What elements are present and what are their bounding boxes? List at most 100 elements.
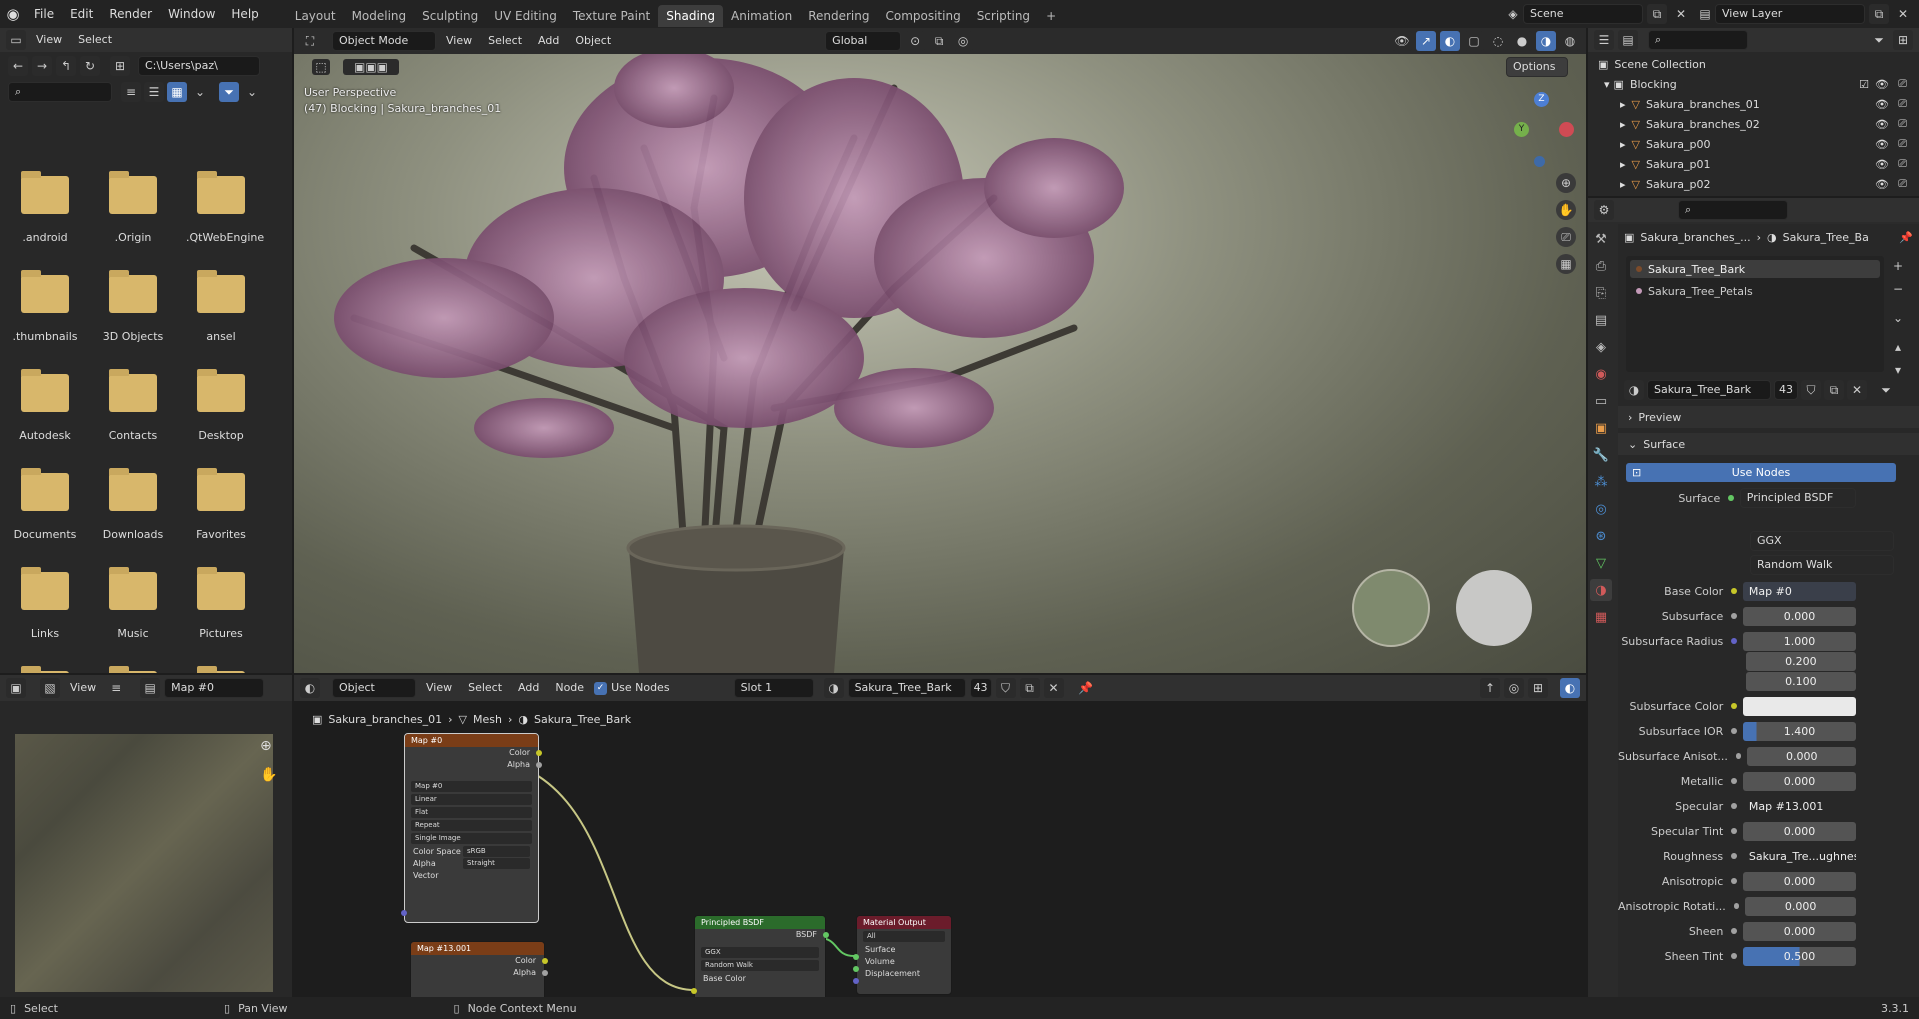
editor-type-icon[interactable]: ▣ <box>6 678 26 698</box>
material-slots-list[interactable]: Sakura_Tree_Bark Sakura_Tree_Petals <box>1626 256 1884 372</box>
folder-item[interactable]: Autodesk <box>10 369 80 442</box>
snap-icon[interactable]: ⧉ <box>929 31 950 51</box>
view-layer-icon[interactable]: ▤ <box>1695 4 1715 24</box>
material-name-field[interactable]: Sakura_Tree_Bark <box>1647 380 1771 400</box>
refresh-icon[interactable]: ↻ <box>80 56 100 76</box>
display-dropdown-icon[interactable]: ⌄ <box>190 82 210 102</box>
fb-menu-select[interactable]: Select <box>72 30 118 50</box>
proportional-edit-icon[interactable]: ◎ <box>953 31 974 51</box>
remove-slot-icon[interactable]: − <box>1888 279 1908 299</box>
gizmo-neg-z-axis[interactable] <box>1534 156 1545 167</box>
node-header[interactable]: Map #0 <box>405 734 538 747</box>
node-editor[interactable]: ◐ Object View Select Add Node ✓ Use Node… <box>294 675 1586 997</box>
output-tab-icon[interactable]: ⎘ <box>1590 282 1612 304</box>
projection-dropdown[interactable]: Flat <box>411 807 532 818</box>
navigation-gizmo[interactable]: Z Y <box>1504 90 1584 170</box>
folder-item[interactable] <box>10 666 80 673</box>
material-output-node[interactable]: Material Output All Surface Volume Displ… <box>853 915 952 995</box>
subsurface-radius-x-field[interactable]: 1.000 <box>1743 631 1856 651</box>
pan-hand-icon[interactable]: ✋ <box>1556 200 1576 220</box>
specular-link-field[interactable]: Map #13.001 <box>1742 796 1856 816</box>
slot-menu-icon[interactable]: ⌄ <box>1888 308 1908 328</box>
scene-icon[interactable]: ◈ <box>1503 4 1523 24</box>
alpha-output-socket[interactable] <box>542 970 548 976</box>
delete-scene-icon[interactable]: ✕ <box>1671 4 1691 24</box>
new-collection-icon[interactable]: ⊞ <box>1893 30 1913 50</box>
image-mode-icon[interactable]: ▧ <box>40 678 60 698</box>
path-field[interactable]: C:\Users\paz\ <box>138 56 260 76</box>
tab-uv-editing[interactable]: UV Editing <box>486 5 565 27</box>
outliner-object-row[interactable]: ▸ ▽ Sakura_p00 👁 ⎚ <box>1598 134 1909 154</box>
modifier-tab-icon[interactable]: 🔧 <box>1590 444 1612 466</box>
image-field[interactable]: Map #0 <box>411 781 532 792</box>
folder-item[interactable]: .QtWebEngine <box>186 171 264 244</box>
zoom-icon[interactable]: ⊕ <box>260 738 272 754</box>
folder-item[interactable]: Pictures <box>186 567 256 640</box>
camera-icon[interactable]: ⎚ <box>1556 227 1576 247</box>
folder-item[interactable]: .Origin <box>98 171 168 244</box>
expand-icon[interactable]: ▸ <box>1620 178 1626 191</box>
subsurface-radius-y-field[interactable]: 0.200 <box>1745 651 1856 671</box>
select-mode-icon[interactable]: ▣▣▣ <box>343 59 399 75</box>
object-tab-icon[interactable]: ▣ <box>1590 417 1612 439</box>
folder-item[interactable] <box>186 666 256 673</box>
sheen-slider[interactable]: 0.000 <box>1743 921 1856 941</box>
render-tab-icon[interactable]: ⎙ <box>1590 255 1612 277</box>
source-dropdown[interactable]: Single Image <box>411 833 532 844</box>
tab-shading[interactable]: Shading <box>658 5 723 27</box>
target-dropdown[interactable]: All <box>863 931 945 942</box>
xray-icon[interactable]: ▢ <box>1464 31 1484 51</box>
mode-dropdown[interactable]: Object Mode <box>332 31 436 51</box>
anisotropic-slider[interactable]: 0.000 <box>1743 871 1856 891</box>
ie-menu-view[interactable]: View <box>64 678 102 698</box>
material-slot-item[interactable]: Sakura_Tree_Petals <box>1630 282 1880 300</box>
scene-tab-icon[interactable]: ◈ <box>1590 336 1612 358</box>
physics-tab-icon[interactable]: ◎ <box>1590 498 1612 520</box>
preview-panel-header[interactable]: › Preview <box>1618 406 1919 428</box>
duplicate-material-icon[interactable]: ⧉ <box>1824 380 1844 400</box>
outliner-collection-blocking[interactable]: ▾ ▣ Blocking ☑ 👁 ⎚ <box>1598 74 1909 94</box>
constraints-tab-icon[interactable]: ⊛ <box>1590 525 1612 547</box>
tab-compositing[interactable]: Compositing <box>877 5 968 27</box>
outliner-object-row[interactable]: ▸ ▽ Sakura_branches_01 👁 ⎚ <box>1598 94 1909 114</box>
outliner-object-row[interactable]: ▸ ▽ Sakura_p02 👁 ⎚ <box>1598 174 1909 194</box>
folder-item[interactable]: Documents <box>10 468 80 541</box>
menu-help[interactable]: Help <box>223 0 266 28</box>
sheen-tint-slider[interactable]: 0.500 <box>1743 946 1856 966</box>
camera-icon[interactable]: ⎚ <box>1898 117 1907 131</box>
image-name-field[interactable]: Map #0 <box>164 678 265 698</box>
interpolation-dropdown[interactable]: Linear <box>411 794 532 805</box>
tab-modeling[interactable]: Modeling <box>344 5 415 27</box>
forward-icon[interactable]: → <box>32 56 52 76</box>
camera-icon[interactable]: ⎚ <box>1898 177 1907 191</box>
subsurface-anisotropy-slider[interactable]: 0.000 <box>1747 746 1856 766</box>
add-slot-icon[interactable]: + <box>1888 256 1908 276</box>
specular-tint-slider[interactable]: 0.000 <box>1743 821 1856 841</box>
editor-type-icon[interactable]: ▭ <box>6 30 26 50</box>
menu-edit[interactable]: Edit <box>62 0 101 28</box>
options-dropdown[interactable]: Options <box>1506 57 1568 77</box>
tab-layout[interactable]: Layout <box>287 5 344 27</box>
anisotropic-rotation-slider[interactable]: 0.000 <box>1745 896 1856 916</box>
roughness-link-field[interactable]: Sakura_Tre...ughness.jpe <box>1742 846 1856 866</box>
eye-icon[interactable]: 👁 <box>1875 158 1889 171</box>
parent-dir-icon[interactable]: ↰ <box>56 56 76 76</box>
node-header[interactable]: Principled BSDF <box>695 916 825 929</box>
wireframe-shading-icon[interactable]: ◌ <box>1488 31 1508 51</box>
tab-rendering[interactable]: Rendering <box>800 5 877 27</box>
thumbnails-icon[interactable]: ▦ <box>167 82 187 102</box>
folder-item[interactable]: Favorites <box>186 468 256 541</box>
displacement-input-socket[interactable] <box>853 978 859 984</box>
color-output-socket[interactable] <box>542 958 548 964</box>
horizontal-list-icon[interactable]: ☰ <box>144 82 164 102</box>
outliner-scene-collection[interactable]: ▣ Scene Collection <box>1598 54 1909 74</box>
subsurface-slider[interactable]: 0.000 <box>1743 606 1856 626</box>
editor-type-icon[interactable]: ☰ <box>1594 30 1614 50</box>
folder-item[interactable]: .thumbnails <box>10 270 80 343</box>
editor-type-icon[interactable]: ⛶ <box>300 31 320 51</box>
folder-item[interactable] <box>98 666 168 673</box>
zoom-icon[interactable]: ⊕ <box>1556 173 1576 193</box>
eye-icon[interactable]: 👁 <box>1875 98 1889 111</box>
transform-orientation-dropdown[interactable]: Global <box>825 31 902 51</box>
display-mode-icon[interactable]: ▤ <box>1618 30 1638 50</box>
